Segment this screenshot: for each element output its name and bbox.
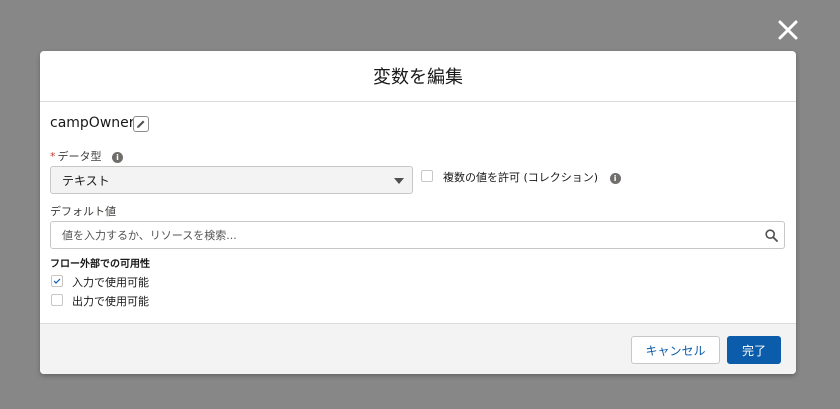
edit-name-button[interactable] [133,116,149,132]
modal-body: campOwner * データ型 i テキスト 複数の値を許可 (コレクション) … [40,102,796,323]
done-button[interactable]: 完了 [727,336,781,364]
allow-multiple-label: 複数の値を許可 (コレクション) [443,171,599,184]
allow-multiple-label-row: 複数の値を許可 (コレクション) i [443,169,621,185]
variable-name: campOwner [50,115,135,131]
search-icon [765,229,778,242]
required-marker: * [50,150,56,163]
data-type-label: データ型 [57,150,102,163]
available-input-label: 入力で使用可能 [72,276,149,289]
modal-footer: キャンセル 完了 [40,323,796,374]
availability-title: フロー外部での可用性 [50,259,150,270]
available-input-checkbox[interactable] [51,275,63,287]
cancel-button[interactable]: キャンセル [631,336,720,364]
data-type-selected: テキスト [62,173,110,188]
chevron-down-icon [394,178,404,184]
available-output-label: 出力で使用可能 [72,295,149,308]
data-type-select[interactable]: テキスト [50,166,413,194]
edit-variable-modal: 変数を編集 campOwner * データ型 i テキスト 複数の値を許可 (コレ… [40,51,796,374]
default-value-label: デフォルト値 [50,205,116,218]
modal-title: 変数を編集 [373,67,463,88]
pencil-icon [137,120,145,128]
default-value-placeholder: 値を入力するか、リソースを検索... [62,229,237,242]
available-output-checkbox[interactable] [51,294,63,306]
allow-multiple-checkbox[interactable] [421,170,433,182]
info-icon[interactable]: i [609,172,621,184]
info-icon[interactable]: i [112,151,123,163]
close-icon[interactable] [775,17,801,43]
data-type-label-row: * データ型 i [50,148,123,164]
modal-header: 変数を編集 [40,51,796,102]
checkmark-icon [53,278,61,284]
default-value-input[interactable]: 値を入力するか、リソースを検索... [50,221,785,249]
